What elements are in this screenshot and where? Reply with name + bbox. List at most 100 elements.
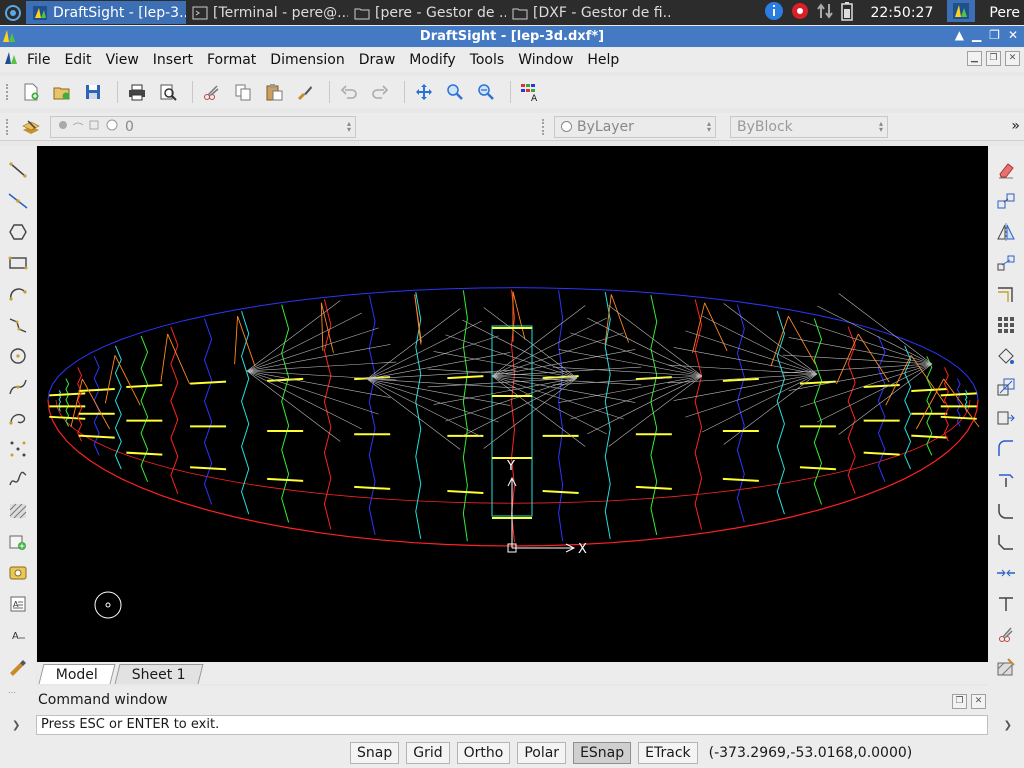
update-alert-icon[interactable] (790, 1, 810, 25)
rotate-icon[interactable] (994, 344, 1018, 367)
save-icon[interactable] (80, 79, 106, 105)
doc-close-icon[interactable]: ✕ (1005, 51, 1020, 66)
offset-icon[interactable] (994, 282, 1018, 305)
note-icon[interactable]: A (6, 593, 30, 616)
menu-format[interactable]: Format (200, 52, 263, 68)
circle-icon[interactable] (6, 344, 30, 367)
zoom-previous-icon[interactable] (473, 79, 499, 105)
close-icon[interactable]: ✕ (1008, 28, 1018, 42)
menu-help[interactable]: Help (580, 52, 626, 68)
menu-dimension[interactable]: Dimension (263, 52, 351, 68)
panel-grip[interactable]: ⋯ (8, 688, 17, 697)
edit-hatch-icon[interactable] (994, 655, 1018, 678)
toolbar-overflow-icon[interactable]: » (1011, 118, 1020, 134)
esnap-toggle[interactable]: ESnap (573, 742, 632, 764)
insert-block-icon[interactable] (6, 531, 30, 554)
info-icon[interactable] (764, 1, 784, 25)
stretch-icon[interactable] (994, 407, 1018, 430)
redo-icon[interactable] (367, 79, 393, 105)
line-icon[interactable] (6, 158, 30, 181)
ortho-toggle[interactable]: Ortho (456, 742, 511, 764)
revision-cloud-icon[interactable] (6, 407, 30, 430)
undo-icon[interactable] (336, 79, 362, 105)
match-properties-icon[interactable] (292, 79, 318, 105)
etrack-toggle[interactable]: ETrack (638, 742, 698, 764)
extend-icon[interactable] (994, 469, 1018, 492)
rectangle-icon[interactable] (6, 251, 30, 274)
arc-icon[interactable] (6, 282, 30, 305)
trim-icon[interactable] (994, 438, 1018, 461)
mirror-icon[interactable] (994, 220, 1018, 243)
menu-view[interactable]: View (99, 52, 146, 68)
pin-up-icon[interactable]: ▲ (955, 28, 964, 42)
grid-toggle[interactable]: Grid (406, 742, 450, 764)
pan-icon[interactable] (411, 79, 437, 105)
break-icon[interactable] (994, 593, 1018, 616)
menu-modify[interactable]: Modify (402, 52, 462, 68)
toolbar-grip[interactable] (6, 118, 10, 135)
task-draftsight[interactable]: DraftSight - [lep-3... (26, 1, 186, 24)
color-dropdown[interactable]: ByLayer ▴ ▾ (554, 115, 716, 138)
print-preview-icon[interactable] (155, 79, 181, 105)
polar-toggle[interactable]: Polar (517, 742, 567, 764)
clock[interactable]: 22:50:27 (870, 5, 933, 21)
task-file-manager-1[interactable]: [pere - Gestor de ... (348, 1, 506, 24)
tab-sheet-1[interactable]: Sheet 1 (114, 664, 204, 684)
point-icon[interactable] (6, 438, 30, 461)
system-menu-icon[interactable] (0, 0, 26, 25)
toolbar-grip[interactable] (6, 84, 10, 100)
user-name[interactable]: Pere (989, 5, 1020, 21)
chevron-down-icon[interactable]: ❯ (1004, 720, 1012, 731)
hatch-icon[interactable] (6, 500, 30, 523)
task-file-manager-2[interactable]: [DXF - Gestor de fi... (506, 1, 670, 24)
command-prompt[interactable]: Press ESC or ENTER to exit. (36, 715, 988, 735)
layer-dropdown[interactable]: 0 ▴ ▾ (50, 115, 356, 138)
menu-file[interactable]: File (20, 52, 57, 68)
minimize-icon[interactable]: ▁ (972, 28, 981, 42)
menu-tools[interactable]: Tools (463, 52, 512, 68)
snap-toggle[interactable]: Snap (350, 742, 400, 764)
table-icon[interactable] (6, 655, 30, 678)
document-icon[interactable] (4, 51, 18, 69)
doc-restore-icon[interactable]: ❐ (986, 51, 1001, 66)
infinite-line-icon[interactable] (6, 189, 30, 212)
fillet-icon[interactable] (994, 500, 1018, 523)
network-icon[interactable] (816, 2, 834, 24)
simple-note-icon[interactable]: A (6, 624, 30, 647)
maximize-icon[interactable]: ❐ (989, 28, 1000, 42)
tab-model[interactable]: Model (38, 664, 116, 684)
pattern-icon[interactable] (994, 313, 1018, 336)
menu-edit[interactable]: Edit (57, 52, 98, 68)
drawing-canvas[interactable]: YX (37, 146, 988, 662)
copy-icon[interactable] (230, 79, 256, 105)
layer-manager-icon[interactable] (18, 114, 44, 140)
paste-icon[interactable] (261, 79, 287, 105)
close-icon[interactable]: ✕ (971, 694, 986, 709)
linestyle-dropdown[interactable]: ByBlock ▴ ▾ (730, 115, 888, 138)
menu-insert[interactable]: Insert (146, 52, 200, 68)
polygon-icon[interactable] (6, 220, 30, 243)
print-icon[interactable] (124, 79, 150, 105)
join-icon[interactable] (994, 562, 1018, 585)
chevron-down-icon[interactable]: ❯ (12, 720, 20, 731)
cut-icon[interactable] (199, 79, 225, 105)
explode-icon[interactable] (994, 624, 1018, 647)
float-icon[interactable]: ❐ (952, 694, 967, 709)
open-file-icon[interactable] (49, 79, 75, 105)
draftsight-tray-icon[interactable] (947, 0, 976, 26)
move-icon[interactable] (994, 251, 1018, 274)
freehand-icon[interactable] (6, 469, 30, 492)
new-file-icon[interactable] (18, 79, 44, 105)
eraser-icon[interactable] (994, 158, 1018, 181)
layer-manager-icon[interactable]: A (517, 79, 543, 105)
menu-window[interactable]: Window (511, 52, 580, 68)
toolbar-grip[interactable] (542, 118, 546, 135)
image-icon[interactable] (6, 562, 30, 585)
menu-draw[interactable]: Draw (352, 52, 403, 68)
doc-minimize-icon[interactable]: ▁ (967, 51, 982, 66)
copy-entity-icon[interactable] (994, 189, 1018, 212)
battery-icon[interactable] (840, 1, 854, 25)
scale-icon[interactable] (994, 375, 1018, 398)
task-terminal[interactable]: [Terminal - pere@... (186, 1, 348, 24)
chamfer-icon[interactable] (994, 531, 1018, 554)
